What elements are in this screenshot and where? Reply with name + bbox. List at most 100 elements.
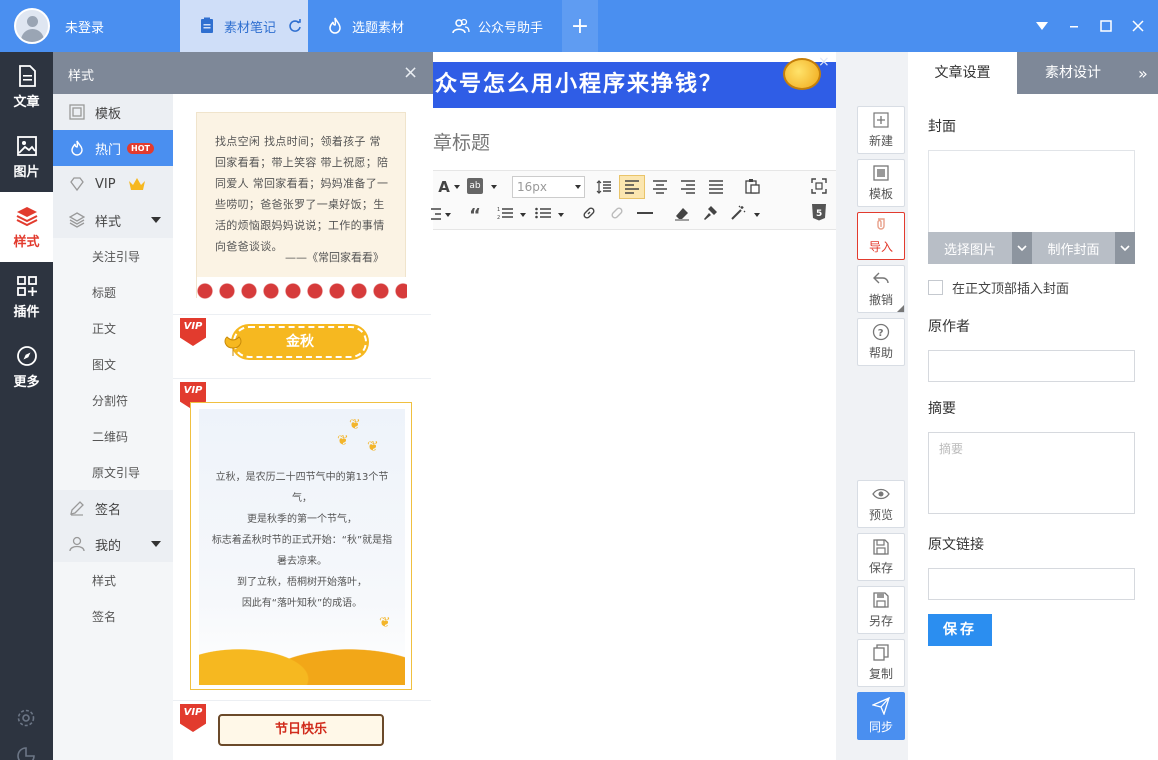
tab-official-account-assistant[interactable]: 公众号助手 [434,0,562,52]
sidebar-item-article[interactable]: 文章 [0,52,53,122]
category-signature[interactable]: 签名 [53,490,173,526]
dropdown-menu-button[interactable] [1030,14,1054,38]
fullscreen-icon[interactable] [811,178,827,194]
template-card-happy-holidays[interactable]: 节日快乐 [218,714,384,746]
save-action-button[interactable]: 保存 [857,533,905,581]
template-card-golden-autumn[interactable]: 金秋 [233,326,367,358]
help-button[interactable]: ? 帮助 [857,318,905,366]
line-height-icon[interactable] [596,179,612,195]
unordered-list-icon[interactable] [535,206,551,220]
close-panel-button[interactable]: × [403,62,418,83]
text-line: 立秋，是农历二十四节气中的第13个节气， [215,472,389,504]
summary-textarea[interactable]: 摘要 [928,432,1135,514]
autumn-hills-illustration [199,629,405,685]
template-card-poem[interactable]: 找点空闲 找点时间；领着孩子 常回家看看；带上笑容 带上祝愿；陪同爱人 常回家看… [196,112,407,299]
undo-button[interactable]: 撤销 [857,265,905,313]
category-label: 样式 [95,214,122,230]
preview-button[interactable]: 预览 [857,480,905,528]
tab-label: 选题素材 [352,20,405,36]
sidebar-item-image[interactable]: 图片 [0,122,53,192]
tab-topic-material[interactable]: 选题素材 [308,0,434,52]
category-vip[interactable]: VIP [53,166,173,202]
tab-article-settings[interactable]: 文章设置 [908,52,1017,94]
align-justify-icon[interactable] [708,180,724,194]
indent-icon[interactable] [431,207,441,221]
collapse-panel-icon[interactable]: » [1138,64,1148,83]
template-button[interactable]: 模板 [857,159,905,207]
align-right-icon[interactable] [680,180,696,194]
horizontal-rule-icon[interactable] [637,212,653,214]
close-window-button[interactable] [1126,14,1150,38]
refresh-icon[interactable] [288,19,302,33]
tab-material-design[interactable]: 素材设计 [1017,52,1158,94]
action-label: 复制 [868,667,893,681]
eraser-icon[interactable] [674,205,690,221]
subcategory-source-guide[interactable]: 原文引导 [53,454,173,490]
article-title-input[interactable]: 章标题 [433,128,490,155]
pie-chart-icon[interactable] [16,746,36,760]
make-cover-button[interactable]: 制作封面 [1032,232,1115,264]
undo-icon [873,272,889,284]
author-input[interactable] [928,350,1135,382]
choose-image-dropdown[interactable] [1012,232,1032,264]
category-mine[interactable]: 我的 [53,526,173,562]
save-as-icon [873,592,889,608]
source-link-input[interactable] [928,568,1135,600]
subcategory-follow-guide[interactable]: 关注引导 [53,238,173,274]
plus-icon [873,112,889,128]
close-ad-button[interactable]: × [818,54,830,70]
add-tab-button[interactable]: + [562,0,598,52]
diamond-icon [70,177,84,192]
sidebar-item-plugins[interactable]: 插件 [0,262,53,332]
highlight-color-button[interactable]: ab [467,178,483,194]
blockquote-button[interactable]: “ [467,205,483,226]
compass-icon [16,345,37,366]
align-center-icon[interactable] [652,180,668,194]
save-button[interactable]: 保存 [928,614,992,646]
link-icon[interactable] [581,205,597,221]
settings-gear-icon[interactable] [16,708,36,728]
subcategory-my-signatures[interactable]: 签名 [53,598,173,634]
align-left-button[interactable] [619,175,645,199]
category-list: 模板 热门 HOT VIP 样式 关注引导 标题 正文 图文 分割符 二维码 原… [53,94,173,760]
import-button[interactable]: 导入 [857,212,905,260]
ordered-list-icon[interactable]: 12 [497,206,513,220]
template-card-start-of-autumn[interactable]: ❦ ❦ ❦ ❦ 立秋，是农历二十四节气中的第13个节气， 更是秋季的第一个节气，… [190,402,412,690]
sidebar-item-more[interactable]: 更多 [0,332,53,402]
minimize-button[interactable] [1062,14,1086,38]
style-panel-header: 样式 × [53,52,433,94]
save-as-button[interactable]: 另存 [857,586,905,634]
category-hot[interactable]: 热门 HOT [53,130,173,166]
sync-button[interactable]: 同步 [857,692,905,740]
maximize-button[interactable] [1094,14,1118,38]
avatar[interactable] [14,8,50,44]
sidebar-item-style[interactable]: 样式 [0,192,53,262]
format-painter-icon[interactable] [702,205,718,221]
make-cover-dropdown[interactable] [1115,232,1135,264]
choose-image-button[interactable]: 选择图片 [928,232,1012,264]
sidebar-item-label: 图片 [13,164,40,180]
card-autumn-text: 立秋，是农历二十四节气中的第13个节气， 更是秋季的第一个节气， 标志着孟秋时节… [207,467,397,614]
category-template[interactable]: 模板 [53,94,173,130]
category-label: 正文 [92,321,117,336]
subcategory-body[interactable]: 正文 [53,310,173,346]
html5-icon[interactable]: 5 [811,204,827,221]
category-style[interactable]: 样式 [53,202,173,238]
font-color-button[interactable]: A [433,177,455,197]
subcategory-qr-code[interactable]: 二维码 [53,418,173,454]
subcategory-heading[interactable]: 标题 [53,274,173,310]
login-status[interactable]: 未登录 [65,17,104,36]
subcategory-divider[interactable]: 分割符 [53,382,173,418]
svg-text:?: ? [878,328,884,339]
magic-wand-icon[interactable] [730,205,746,221]
font-size-select[interactable]: 16px [512,176,585,198]
insert-cover-checkbox[interactable] [928,280,943,295]
ad-banner[interactable]: 众号怎么用小程序来挣钱？ [433,62,836,108]
paste-icon[interactable] [744,178,760,194]
new-button[interactable]: 新建 [857,106,905,154]
subcategory-image-text[interactable]: 图文 [53,346,173,382]
copy-button[interactable]: 复制 [857,639,905,687]
subcategory-my-styles[interactable]: 样式 [53,562,173,598]
unlink-icon[interactable] [609,205,625,221]
tab-material-notes[interactable]: 素材笔记 [180,0,308,52]
